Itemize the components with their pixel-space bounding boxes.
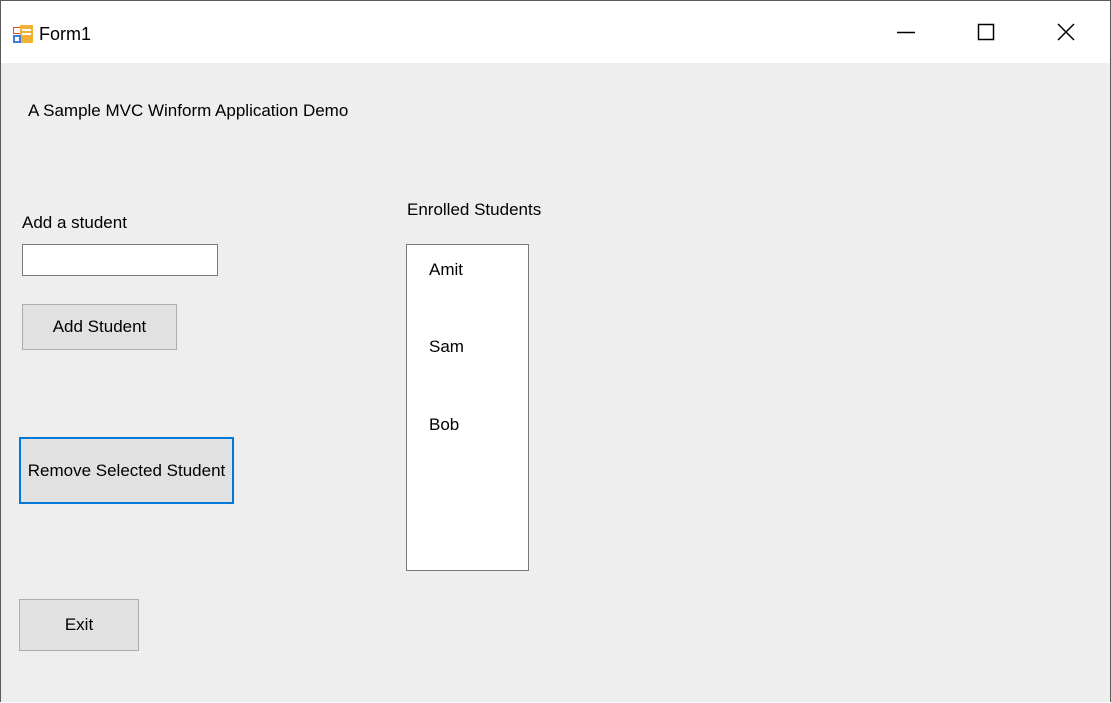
enrolled-students-label: Enrolled Students [407, 200, 542, 219]
add-student-button[interactable]: Add Student [22, 304, 177, 350]
enrolled-students-listbox[interactable]: Amit Sam Bob [406, 244, 529, 571]
student-name-input[interactable] [22, 244, 218, 276]
window-title: Form1 [39, 24, 92, 44]
maximize-icon [977, 23, 995, 41]
minimize-button[interactable] [871, 1, 941, 63]
exit-button[interactable]: Exit [19, 599, 139, 651]
list-item[interactable]: Sam [429, 337, 464, 357]
main-window: Form1 A Sample MVC Winform Application D… [0, 0, 1111, 702]
remove-selected-student-button[interactable]: Remove Selected Student [19, 437, 234, 504]
app-form-icon [13, 25, 33, 43]
list-item[interactable]: Amit [429, 260, 463, 280]
list-item[interactable]: Bob [429, 415, 459, 435]
close-button[interactable] [1031, 1, 1101, 63]
title-bar[interactable]: Form1 [1, 1, 1110, 63]
app-heading: A Sample MVC Winform Application Demo [28, 101, 349, 120]
minimize-icon [897, 31, 915, 34]
close-icon [1057, 23, 1075, 41]
add-student-label: Add a student [22, 213, 127, 232]
maximize-button[interactable] [951, 1, 1021, 63]
